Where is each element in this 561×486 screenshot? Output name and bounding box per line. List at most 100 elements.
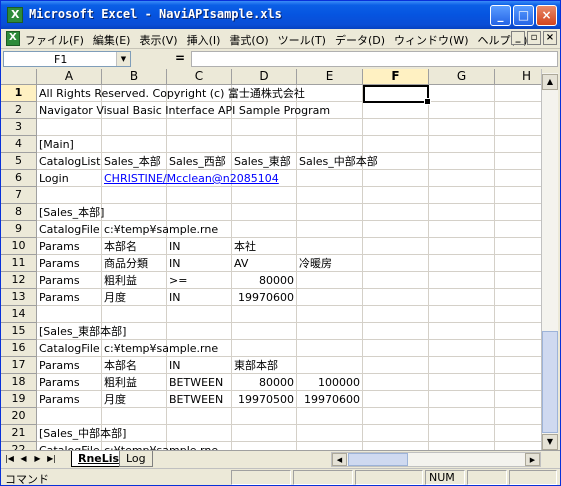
cell[interactable]: c:¥temp¥sample.rne — [102, 442, 218, 450]
cell[interactable]: 粗利益 — [102, 374, 137, 391]
cell[interactable]: Params — [37, 391, 80, 408]
title-bar[interactable]: Microsoft Excel - NaviAPIsample.xls _ □ … — [1, 1, 560, 29]
column-header[interactable]: E — [297, 69, 363, 85]
menu-item[interactable]: 編集(E) — [93, 34, 131, 47]
cell[interactable]: 本社 — [232, 238, 256, 255]
row-header[interactable]: 16 — [1, 340, 37, 357]
cell[interactable]: 商品分類 — [102, 255, 148, 272]
horizontal-scroll-thumb[interactable] — [348, 453, 408, 466]
maximize-button[interactable]: □ — [513, 5, 534, 26]
menu-item[interactable]: ウィンドウ(W) — [394, 34, 468, 47]
cell[interactable]: [Sales_本部] — [37, 204, 104, 221]
row-header[interactable]: 15 — [1, 323, 37, 340]
cell[interactable]: CHRISTINE/Mcclean@n2085104 — [102, 170, 279, 187]
row-header[interactable]: 14 — [1, 306, 37, 323]
row-header[interactable]: 19 — [1, 391, 37, 408]
cell[interactable]: All Rights Reserved. Copyright (c) 富士通株式… — [37, 85, 305, 102]
cell[interactable]: IN — [167, 357, 180, 374]
cell[interactable]: Params — [37, 357, 80, 374]
name-box[interactable]: F1 ▼ — [3, 51, 131, 67]
row-header[interactable]: 3 — [1, 119, 37, 136]
column-header[interactable]: D — [232, 69, 297, 85]
scroll-down-icon[interactable]: ▼ — [542, 434, 558, 450]
close-button[interactable]: × — [536, 5, 557, 26]
cell[interactable]: c:¥temp¥sample.rne — [102, 340, 218, 357]
cell[interactable]: 19970600 — [297, 391, 363, 408]
cell[interactable]: Sales_本部 — [102, 153, 161, 170]
cell[interactable]: BETWEEN — [167, 374, 223, 391]
minimize-button[interactable]: _ — [490, 5, 511, 26]
row-header[interactable]: 2 — [1, 102, 37, 119]
workbook-minimize-button[interactable]: _ — [511, 31, 525, 45]
horizontal-scrollbar[interactable]: ◀ ▶ — [331, 452, 541, 467]
row-header[interactable]: 7 — [1, 187, 37, 204]
cell[interactable]: 80000 — [232, 374, 297, 391]
row-header[interactable]: 21 — [1, 425, 37, 442]
cell[interactable]: Sales_東部 — [232, 153, 291, 170]
cell[interactable]: 月度 — [102, 289, 126, 306]
excel-app-icon[interactable] — [7, 7, 23, 23]
row-header[interactable]: 13 — [1, 289, 37, 306]
last-sheet-icon[interactable]: ▶| — [46, 452, 57, 466]
row-header[interactable]: 18 — [1, 374, 37, 391]
formula-input[interactable] — [191, 51, 558, 67]
cell[interactable]: Params — [37, 238, 80, 255]
cell[interactable]: Params — [37, 289, 80, 306]
cell[interactable]: CatalogFile — [37, 340, 100, 357]
row-header[interactable]: 8 — [1, 204, 37, 221]
column-header[interactable]: F — [363, 69, 429, 85]
cell[interactable]: c:¥temp¥sample.rne — [102, 221, 218, 238]
row-header[interactable]: 9 — [1, 221, 37, 238]
cell[interactable]: 100000 — [297, 374, 363, 391]
cell[interactable]: CatalogFile — [37, 221, 100, 238]
cell[interactable]: Sales_西部 — [167, 153, 226, 170]
split-handle[interactable] — [542, 69, 558, 73]
cell[interactable]: 冷暖房 — [297, 255, 332, 272]
next-sheet-icon[interactable]: ▶ — [32, 452, 43, 466]
row-header[interactable]: 1 — [1, 85, 37, 102]
row-header[interactable]: 12 — [1, 272, 37, 289]
row-header[interactable]: 5 — [1, 153, 37, 170]
menu-item[interactable]: 表示(V) — [139, 34, 177, 47]
column-header[interactable]: H — [495, 69, 541, 85]
cell[interactable]: IN — [167, 238, 180, 255]
row-header[interactable]: 11 — [1, 255, 37, 272]
row-header[interactable]: 10 — [1, 238, 37, 255]
tab-log[interactable]: Log — [119, 451, 153, 467]
scroll-up-icon[interactable]: ▲ — [542, 74, 558, 90]
row-header[interactable]: 20 — [1, 408, 37, 425]
cell[interactable]: 東部本部 — [232, 357, 278, 374]
column-header[interactable]: A — [37, 69, 102, 85]
cell[interactable]: [Sales_東部本部] — [37, 323, 126, 340]
workbook-restore-button[interactable]: ▫ — [527, 31, 541, 45]
row-header[interactable]: 4 — [1, 136, 37, 153]
cell[interactable]: Login — [37, 170, 69, 187]
menu-item[interactable]: データ(D) — [335, 34, 385, 47]
menu-item[interactable]: 挿入(I) — [187, 34, 221, 47]
workbook-icon[interactable] — [6, 31, 20, 46]
select-all-corner[interactable] — [1, 69, 37, 85]
cell[interactable]: 80000 — [232, 272, 297, 289]
cell[interactable]: AV — [232, 255, 248, 272]
cell[interactable]: Params — [37, 374, 80, 391]
vertical-scrollbar[interactable]: ▲ ▼ — [541, 69, 558, 450]
cell[interactable]: CatalogList — [37, 153, 100, 170]
cell[interactable]: 月度 — [102, 391, 126, 408]
cell[interactable]: >= — [167, 272, 187, 289]
workbook-close-button[interactable]: × — [543, 31, 557, 45]
column-header[interactable]: G — [429, 69, 495, 85]
scroll-right-icon[interactable]: ▶ — [525, 453, 540, 466]
row-header[interactable]: 22 — [1, 442, 37, 450]
cell[interactable]: IN — [167, 255, 180, 272]
scroll-left-icon[interactable]: ◀ — [332, 453, 347, 466]
cell[interactable]: Sales_中部本部 — [297, 153, 378, 170]
menu-item[interactable]: ツール(T) — [278, 34, 326, 47]
column-header[interactable]: B — [102, 69, 167, 85]
cell[interactable]: [Sales_中部本部] — [37, 425, 126, 442]
menu-item[interactable]: 書式(O) — [229, 34, 268, 47]
vertical-scroll-thumb[interactable] — [542, 331, 558, 433]
cell[interactable]: 本部名 — [102, 357, 137, 374]
cell[interactable]: 粗利益 — [102, 272, 137, 289]
cell[interactable]: BETWEEN — [167, 391, 223, 408]
cell[interactable]: [Main] — [37, 136, 74, 153]
